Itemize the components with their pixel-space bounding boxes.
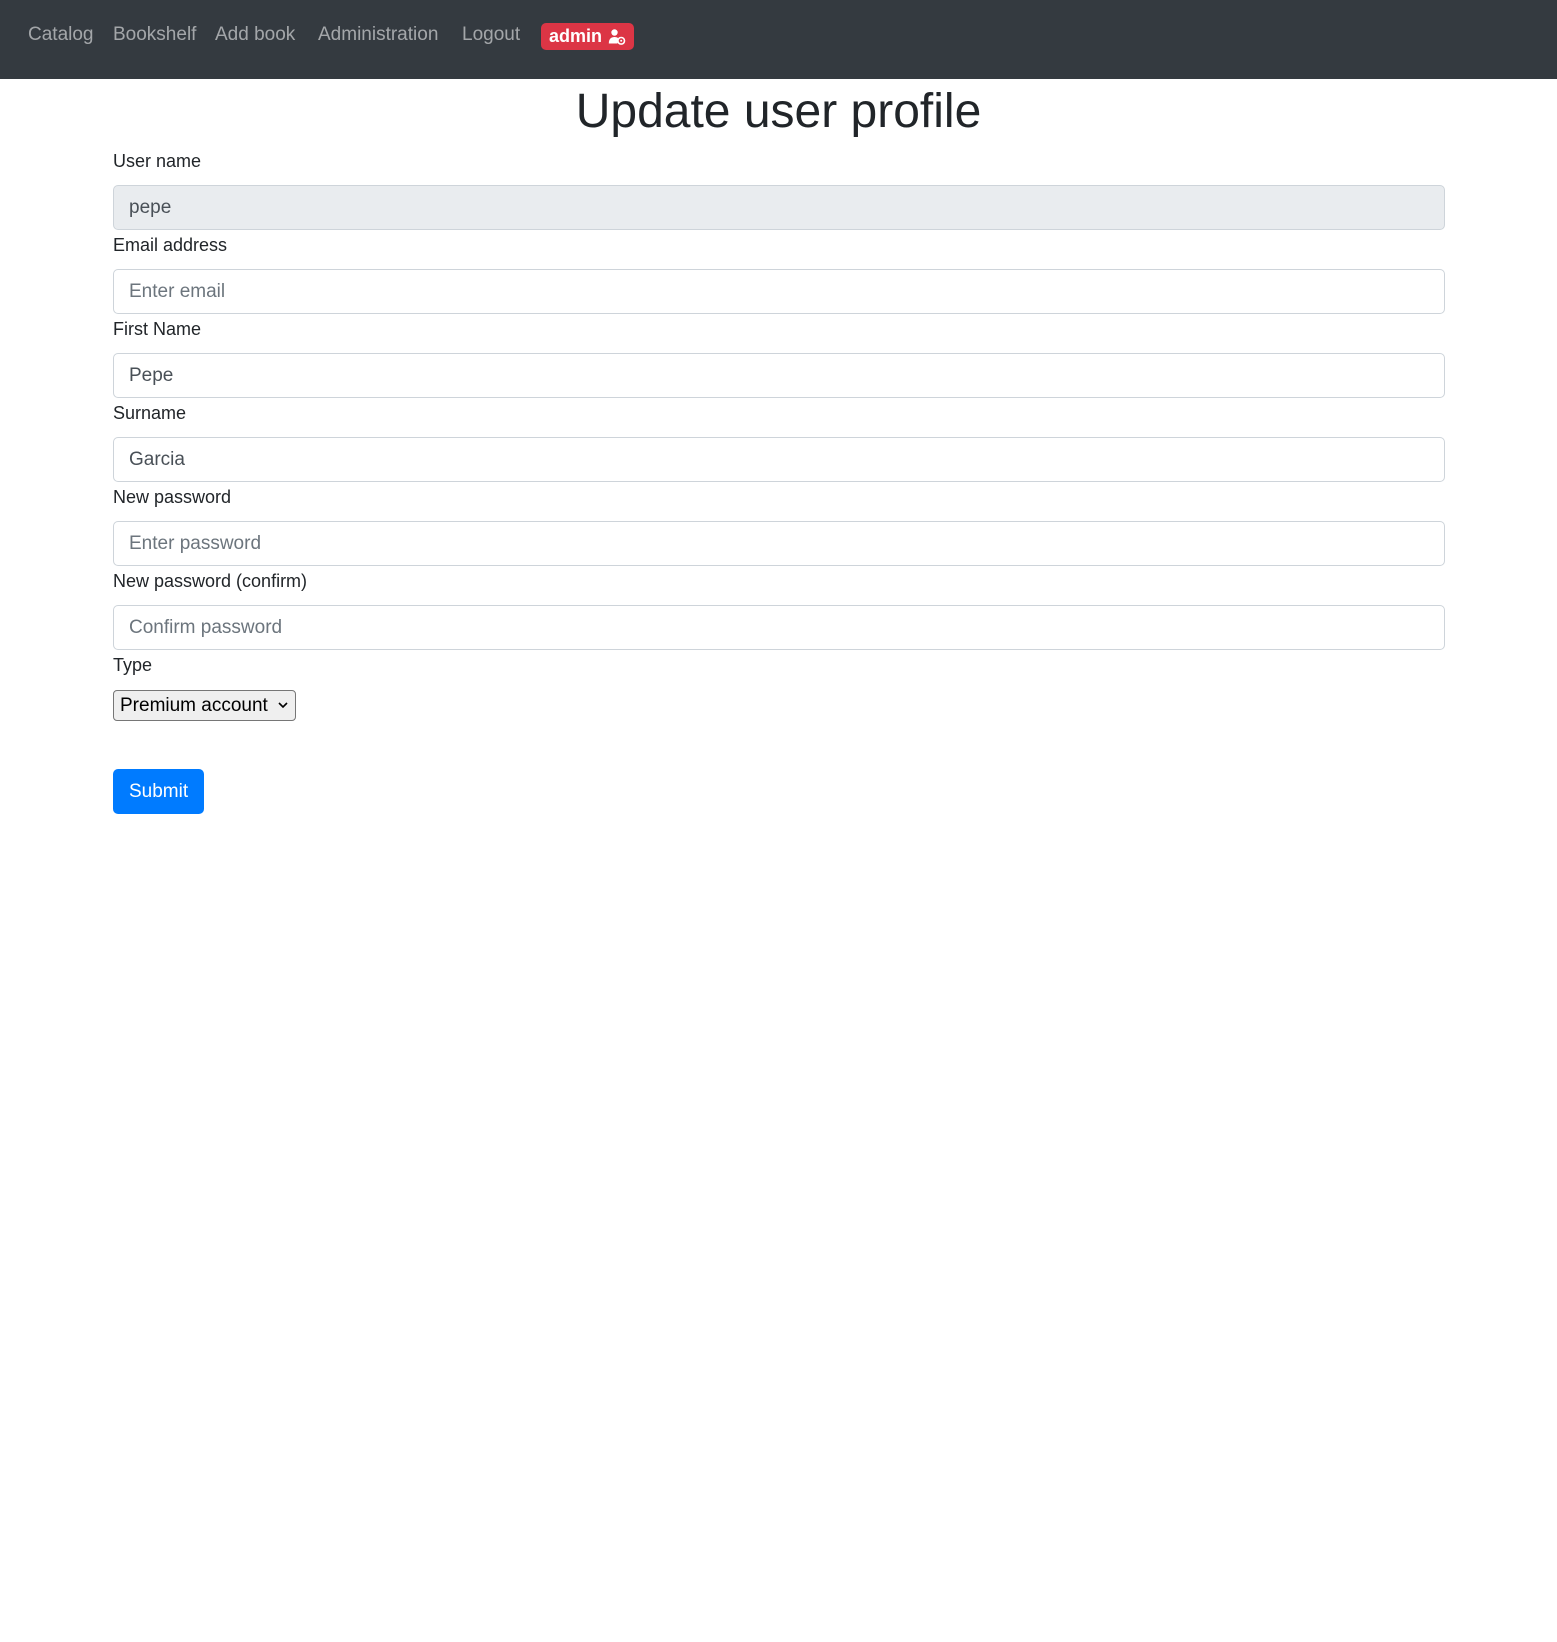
new-password-input[interactable] (113, 521, 1445, 566)
surname-label: Surname (113, 403, 187, 423)
nav-link-logout[interactable]: Logout (462, 24, 520, 46)
account-type-select[interactable]: Premium account (113, 690, 296, 721)
confirm-password-input[interactable] (113, 605, 1445, 650)
confirm-password-label: New password (confirm) (113, 571, 308, 591)
first-name-input[interactable] (113, 353, 1445, 398)
submit-button[interactable]: Submit (113, 769, 205, 814)
username-input[interactable] (113, 185, 1445, 230)
email-label: Email address (113, 235, 228, 255)
nav-link-catalog[interactable]: Catalog (28, 24, 94, 46)
email-input[interactable] (113, 269, 1445, 314)
nav-link-add-book[interactable]: Add book (215, 24, 295, 46)
user-gear-icon (608, 28, 626, 46)
nav-link-administration[interactable]: Administration (318, 24, 438, 46)
account-type-selected: Premium account (120, 694, 268, 716)
page-title: Update user profile (575, 85, 982, 138)
user-badge[interactable]: admin (541, 23, 635, 50)
first-name-label: First Name (113, 319, 202, 339)
new-password-label: New password (113, 487, 232, 507)
type-label: Type (113, 655, 153, 675)
surname-input[interactable] (113, 437, 1445, 482)
chevron-down-icon (277, 695, 289, 717)
top-navbar: Catalog Bookshelf Add book Administratio… (0, 0, 1557, 79)
username-label: User name (113, 151, 202, 171)
nav-link-bookshelf[interactable]: Bookshelf (113, 24, 196, 46)
user-badge-label: admin (549, 26, 603, 46)
